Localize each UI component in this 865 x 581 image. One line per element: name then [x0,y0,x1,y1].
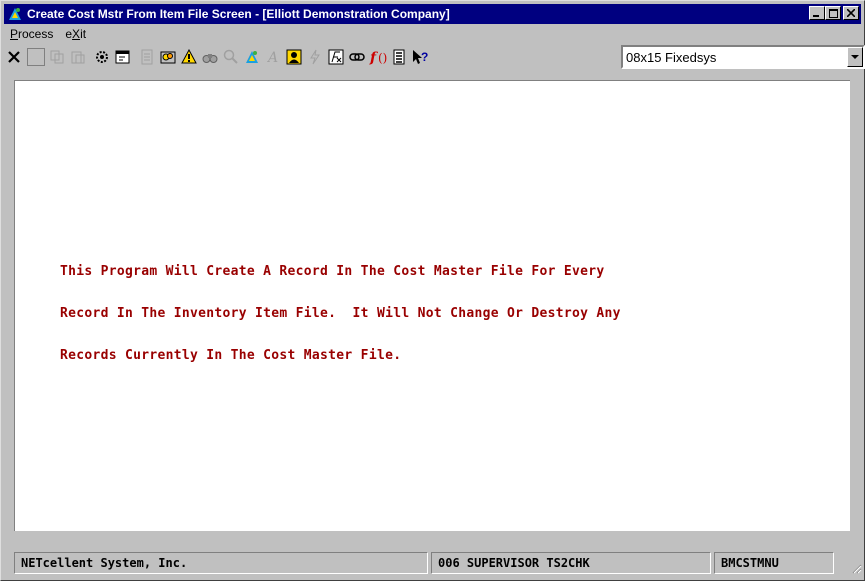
magnify-icon[interactable] [221,46,241,68]
message-line-1: This Program Will Create A Record In The… [60,264,605,279]
menu-bar: Process eXit [4,25,861,43]
note-icon[interactable] [137,46,157,68]
status-company: NETcellent System, Inc. [14,552,428,574]
status-bar: NETcellent System, Inc. 006 SUPERVISOR T… [14,552,862,574]
copy-icon[interactable] [47,46,67,68]
document-icon[interactable] [389,46,409,68]
terminal-screen[interactable]: This Program Will Create A Record In The… [14,80,850,532]
lightning-icon[interactable] [305,46,325,68]
toolbar: A f() ? 08x15 Fixedsys [4,43,865,71]
minimize-button[interactable] [809,6,825,20]
settings-icon[interactable] [92,46,112,68]
binoculars-icon[interactable] [200,46,220,68]
svg-text:(): () [378,51,387,65]
chevron-down-icon[interactable] [847,47,863,67]
elliott-icon[interactable] [242,46,262,68]
alert-icon[interactable] [179,46,199,68]
svg-text:A: A [266,50,278,65]
message-line-2: Record In The Inventory Item File. It Wi… [60,306,621,321]
resize-grip-icon[interactable] [850,562,862,574]
message-line-3: Records Currently In The Cost Master Fil… [60,348,402,363]
help-pointer-icon[interactable]: ? [410,46,430,68]
menu-exit[interactable]: eXit [59,27,92,41]
menu-process[interactable]: Process [4,27,59,41]
title-bar[interactable]: Create Cost Mstr From Item File Screen -… [4,4,861,24]
formula-icon[interactable]: f() [368,46,388,68]
maximize-button[interactable] [825,6,841,20]
properties-icon[interactable] [113,46,133,68]
link-icon[interactable] [347,46,367,68]
minimize-icon [813,15,819,17]
users-icon[interactable] [158,46,178,68]
font-select-value: 08x15 Fixedsys [626,49,717,65]
app-window: Create Cost Mstr From Item File Screen -… [0,0,865,581]
close-icon [847,9,855,17]
close-button[interactable] [843,6,859,20]
person-icon[interactable] [284,46,304,68]
svg-text:?: ? [421,50,428,64]
font-a-icon[interactable]: A [263,46,283,68]
function-icon[interactable] [326,46,346,68]
elliott-app-icon [7,6,23,22]
font-select[interactable]: 08x15 Fixedsys [621,45,865,69]
window-title: Create Cost Mstr From Item File Screen -… [27,7,450,21]
screen-bottom-strip [14,531,850,547]
status-program: BMCSTMNU [714,552,834,574]
close-x-icon[interactable] [4,46,24,68]
cut-icon[interactable] [27,48,45,66]
status-user: 006 SUPERVISOR TS2CHK [431,552,711,574]
maximize-icon [828,8,838,18]
paste-icon[interactable] [68,46,88,68]
